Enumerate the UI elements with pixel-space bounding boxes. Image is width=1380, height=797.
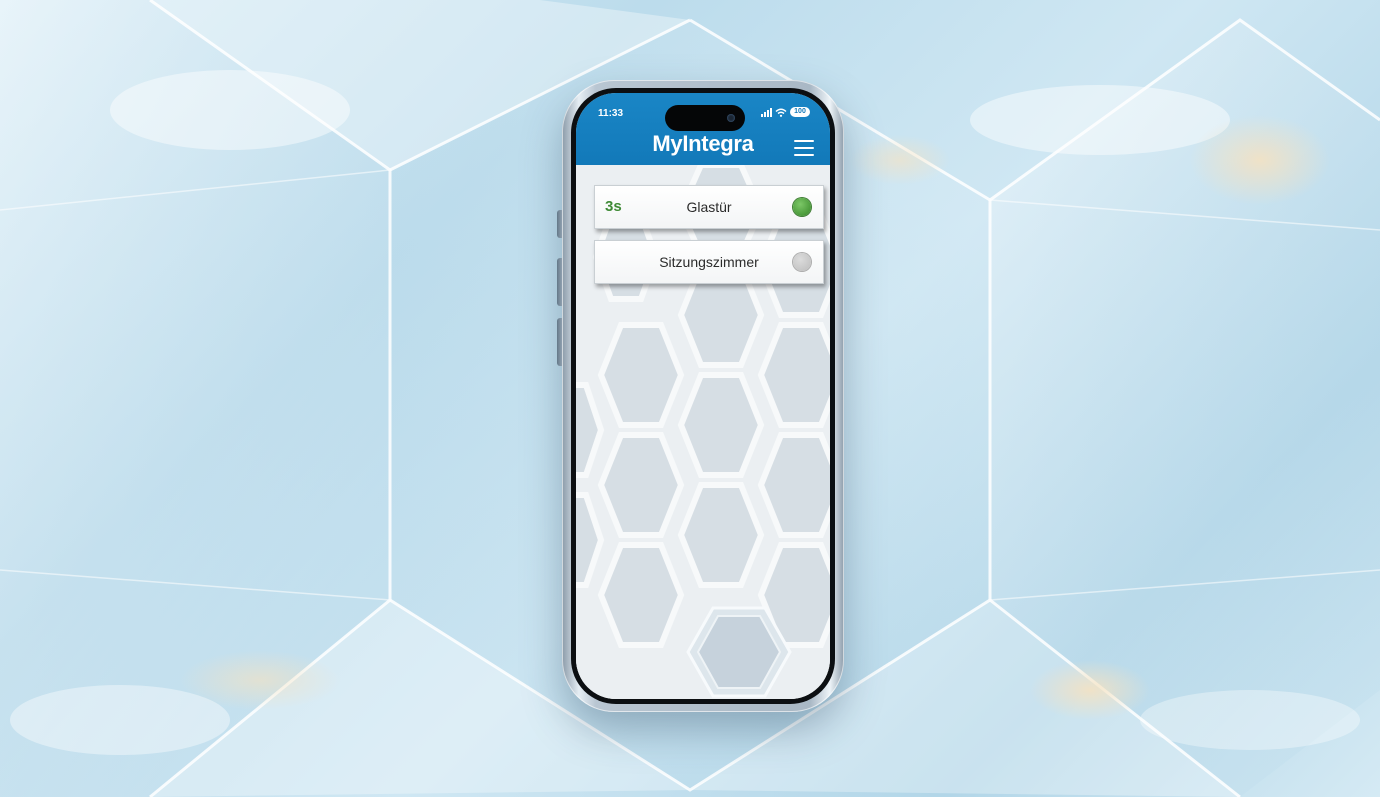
status-bar-time: 11:33 <box>598 108 624 119</box>
wifi-icon <box>775 108 787 117</box>
phone-device: 11:33 100 MyIntegra 3s Glastür Sitzungsz… <box>562 80 844 712</box>
dynamic-island <box>665 105 745 131</box>
door-label: Glastür <box>686 199 732 215</box>
battery-icon: 100 <box>790 107 810 117</box>
phone-bezel: 11:33 100 MyIntegra 3s Glastür Sitzungsz… <box>571 88 835 704</box>
app-title: MyIntegra <box>652 131 754 156</box>
cellular-signal-icon <box>761 107 772 117</box>
door-label: Sitzungszimmer <box>659 254 759 270</box>
door-card-glastuer[interactable]: 3s Glastür <box>594 185 824 229</box>
app-screen: 11:33 100 MyIntegra 3s Glastür Sitzungsz… <box>576 93 830 699</box>
status-indicator-icon <box>793 253 811 271</box>
app-header: 11:33 100 MyIntegra <box>576 93 830 165</box>
home-hexagon-button[interactable] <box>686 606 792 698</box>
door-card-sitzungszimmer[interactable]: Sitzungszimmer <box>594 240 824 284</box>
status-indicator-icon <box>793 198 811 216</box>
marketing-scene: 11:33 100 MyIntegra 3s Glastür Sitzungsz… <box>0 0 1380 797</box>
status-bar-icons: 100 <box>761 107 810 117</box>
hamburger-menu-icon[interactable] <box>794 140 814 156</box>
front-camera-icon <box>727 114 735 122</box>
